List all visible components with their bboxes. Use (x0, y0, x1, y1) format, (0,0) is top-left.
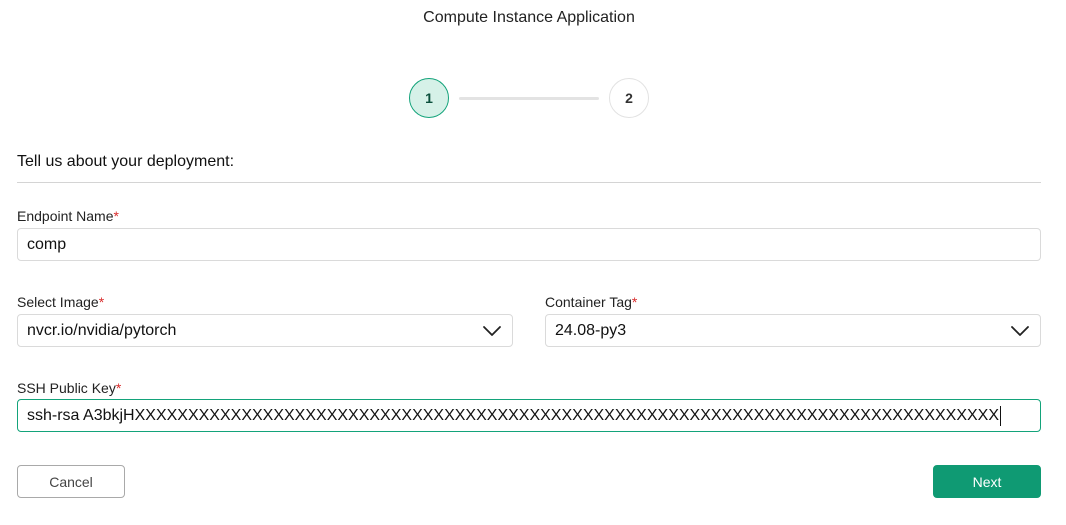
ssh-public-key-label: SSH Public Key* (17, 380, 121, 396)
required-asterisk: * (115, 380, 122, 396)
endpoint-name-value: comp (27, 235, 67, 253)
container-tag-dropdown[interactable]: 24.08-py3 (545, 314, 1041, 347)
required-asterisk: * (113, 208, 119, 224)
endpoint-name-label: Endpoint Name* (17, 208, 119, 224)
step-1-indicator[interactable]: 1 (409, 78, 449, 118)
next-button[interactable]: Next (933, 465, 1041, 498)
select-image-label: Select Image* (17, 294, 104, 310)
container-tag-label-text: Container Tag (545, 294, 632, 310)
ssh-public-key-label-text: SSH Public Key (17, 380, 116, 396)
select-image-dropdown[interactable]: nvcr.io/nvidia/pytorch (17, 314, 513, 347)
container-tag-label: Container Tag* (545, 294, 637, 310)
step-2-indicator[interactable]: 2 (609, 78, 649, 118)
required-asterisk: * (98, 294, 105, 310)
select-image-value: nvcr.io/nvidia/pytorch (27, 321, 177, 339)
chevron-down-icon (1011, 326, 1029, 336)
ssh-public-key-value: ssh-rsa A3bkjHXXXXXXXXXXXXXXXXXXXXXXXXXX… (27, 406, 1000, 424)
text-cursor (1000, 405, 1002, 426)
stepper: 1 2 (409, 78, 649, 118)
required-asterisk: * (631, 294, 638, 310)
endpoint-name-input[interactable]: comp (17, 228, 1041, 261)
page-title: Compute Instance Application (423, 9, 635, 26)
endpoint-name-label-text: Endpoint Name (17, 208, 114, 224)
section-heading: Tell us about your deployment: (17, 153, 235, 170)
ssh-public-key-input[interactable]: ssh-rsa A3bkjHXXXXXXXXXXXXXXXXXXXXXXXXXX… (17, 399, 1041, 432)
chevron-down-icon (483, 326, 501, 336)
section-divider (17, 182, 1041, 183)
container-tag-value: 24.08-py3 (555, 321, 627, 339)
compute-instance-form-page: Compute Instance Application 1 2 Tell us… (0, 0, 1066, 525)
step-connector (459, 97, 599, 100)
select-image-label-text: Select Image (17, 294, 99, 310)
cancel-button[interactable]: Cancel (17, 465, 125, 498)
